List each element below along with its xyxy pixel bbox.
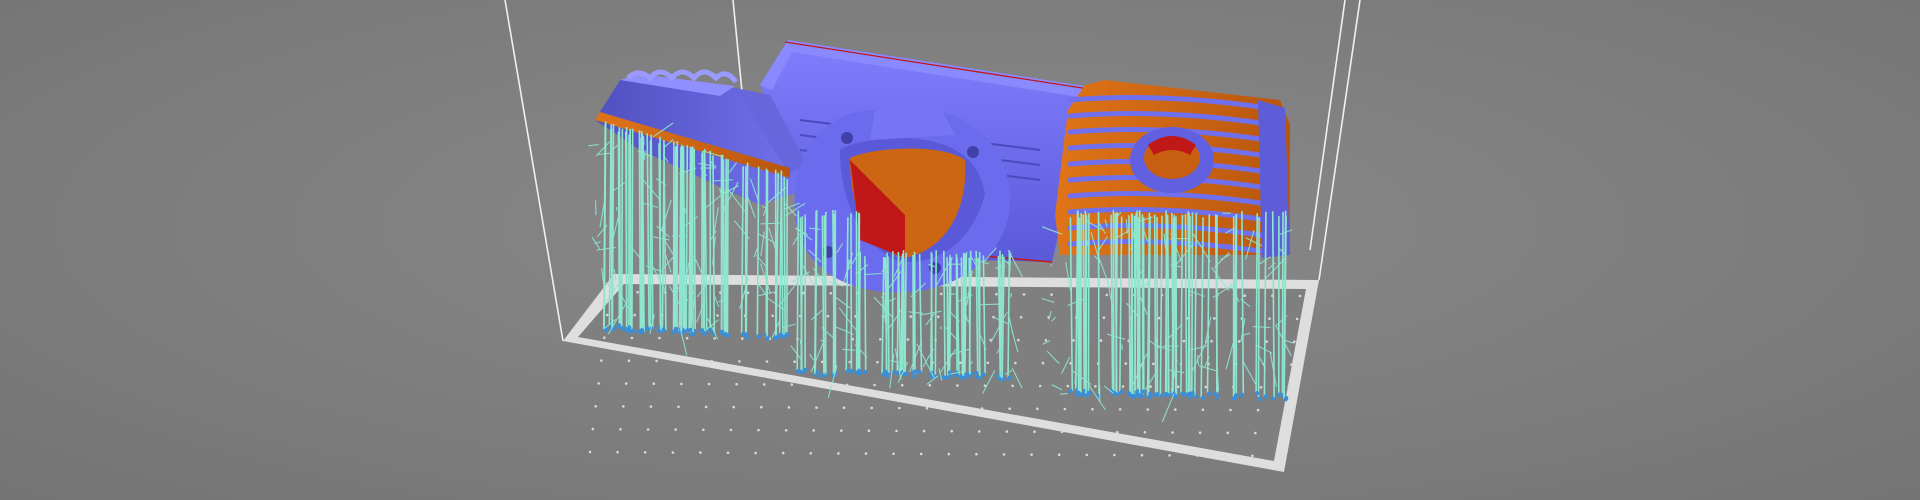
scene-canvas[interactable] xyxy=(0,0,1920,500)
3d-viewport[interactable] xyxy=(0,0,1920,500)
